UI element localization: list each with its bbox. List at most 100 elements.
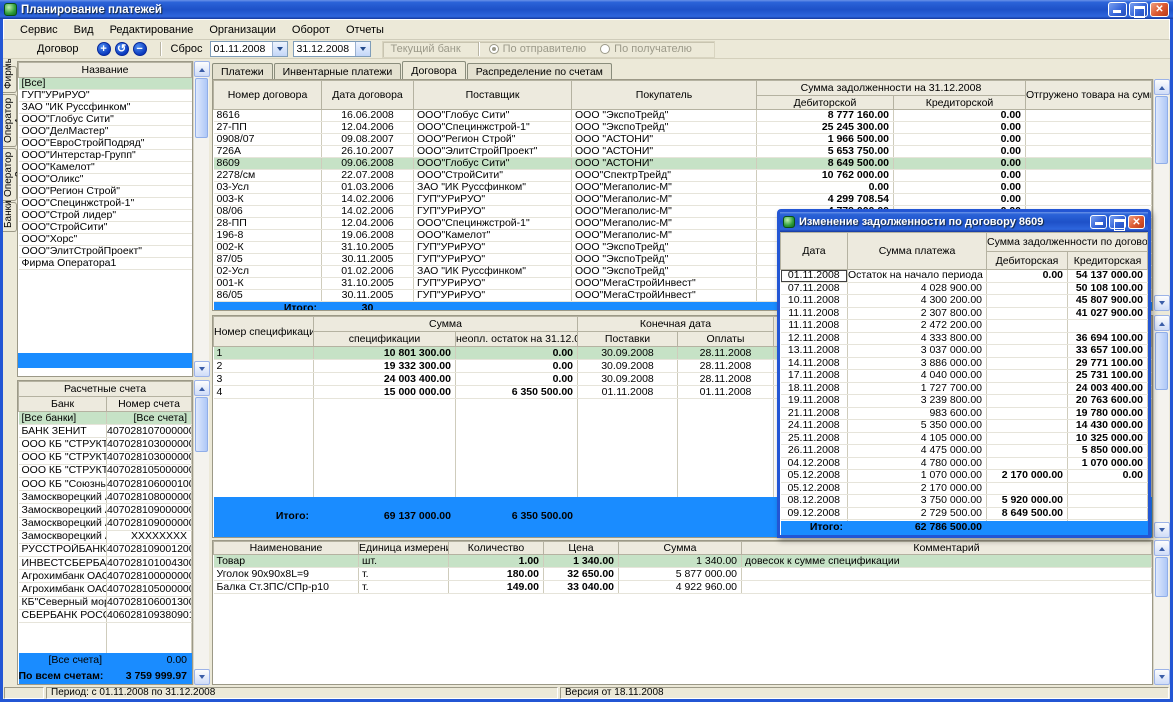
- organization-row[interactable]: ООО"ДелМастер": [19, 126, 192, 138]
- cell[interactable]: 4 105 000.00: [848, 432, 987, 445]
- cell[interactable]: 01.03.2006: [322, 182, 414, 194]
- organization-row[interactable]: ООО"Хорс": [19, 234, 192, 246]
- cell[interactable]: ООО"Мегаполис-М": [572, 218, 757, 230]
- menu-item-service[interactable]: Сервис: [12, 22, 66, 38]
- cell[interactable]: ООО"ЭлитСтройПроект": [19, 246, 192, 258]
- cell[interactable]: [987, 382, 1068, 395]
- cell[interactable]: 2 472 200.00: [848, 320, 987, 333]
- cell[interactable]: ООО"Специнжстрой-1": [19, 198, 192, 210]
- goods-row[interactable]: Балка Ст.3ПС/СПр-р10т.149.0033 040.004 9…: [214, 581, 1152, 594]
- dialog-close-button[interactable]: [1128, 215, 1145, 229]
- cell[interactable]: 45 807 900.00: [1068, 295, 1148, 308]
- cell[interactable]: 27-ПП: [214, 122, 322, 134]
- cell[interactable]: ООО"Строй лидер": [19, 210, 192, 222]
- cell[interactable]: ООО "ЭкспоТрейд": [572, 254, 757, 266]
- cell[interactable]: [1026, 194, 1152, 206]
- cell[interactable]: [987, 445, 1068, 458]
- cell[interactable]: 19.11.2008: [781, 395, 848, 408]
- account-row[interactable]: Замоскворецкий АКБ40702810900000004363: [19, 504, 192, 517]
- cell[interactable]: 0.00: [894, 110, 1026, 122]
- cell[interactable]: 8616: [214, 110, 322, 122]
- cell[interactable]: ООО"Глобус Сити": [19, 114, 192, 126]
- tab-distribution[interactable]: Распределение по счетам: [467, 63, 612, 79]
- cell[interactable]: 04.12.2008: [781, 457, 848, 470]
- cell[interactable]: 19.06.2008: [322, 230, 414, 242]
- cell[interactable]: 08.12.2008: [781, 495, 848, 508]
- cell[interactable]: 14.02.2006: [322, 206, 414, 218]
- cell[interactable]: [987, 307, 1068, 320]
- menu-item-turnover[interactable]: Оборот: [284, 22, 338, 38]
- cell[interactable]: 4 780 000.00: [848, 457, 987, 470]
- cell[interactable]: 30.09.2008: [578, 373, 678, 386]
- goods-scrollbar[interactable]: [1153, 540, 1169, 685]
- cell[interactable]: 16.06.2008: [322, 110, 414, 122]
- cell[interactable]: ООО"Оликс": [19, 174, 192, 186]
- cell[interactable]: Фирма Оператора1: [19, 258, 192, 270]
- cell[interactable]: ООО"СпектрТрейд": [572, 170, 757, 182]
- cell[interactable]: 22.07.2008: [322, 170, 414, 182]
- payment-row[interactable]: 19.11.20083 239 800.0020 763 600.00: [781, 395, 1148, 408]
- scroll-up-button[interactable]: [194, 380, 210, 396]
- cell[interactable]: [987, 457, 1068, 470]
- cell[interactable]: ООО"Мегаполис-М": [572, 182, 757, 194]
- debit-header[interactable]: Дебиторской: [757, 96, 894, 110]
- cell[interactable]: 26.11.2008: [781, 445, 848, 458]
- cell[interactable]: 33 657 100.00: [1068, 345, 1148, 358]
- cell[interactable]: [1026, 134, 1152, 146]
- cell[interactable]: [987, 370, 1068, 383]
- payment-row[interactable]: 10.11.20084 300 200.0045 807 900.00: [781, 295, 1148, 308]
- cell[interactable]: ГУП"УРиРУО": [414, 194, 572, 206]
- cell[interactable]: ООО"Камелот": [414, 230, 572, 242]
- cell[interactable]: 28.11.2008: [678, 360, 774, 373]
- menu-item-view[interactable]: Вид: [66, 22, 102, 38]
- contract-row[interactable]: 726А26.10.2007ООО"ЭлитСтройПроект"ООО "А…: [214, 146, 1152, 158]
- cell[interactable]: ООО"Мегаполис-М": [572, 194, 757, 206]
- cell[interactable]: 01.11.2008: [781, 270, 848, 283]
- cell[interactable]: Замоскворецкий АКБ: [19, 491, 107, 504]
- cell[interactable]: [987, 320, 1068, 333]
- cell[interactable]: ООО"ДелМастер": [19, 126, 192, 138]
- payment-row[interactable]: 14.11.20083 886 000.0029 771 100.00: [781, 357, 1148, 370]
- payment-row[interactable]: 11.11.20082 307 800.0041 027 900.00: [781, 307, 1148, 320]
- cell[interactable]: ООО"Регион Строй": [19, 186, 192, 198]
- cell[interactable]: 6 350 500.00: [456, 386, 578, 399]
- cell[interactable]: [987, 482, 1068, 495]
- cell[interactable]: 983 600.00: [848, 407, 987, 420]
- contract-date-header[interactable]: Дата договора: [322, 81, 414, 110]
- cell[interactable]: 28.11.2008: [678, 347, 774, 360]
- cell[interactable]: [1026, 182, 1152, 194]
- minimize-button[interactable]: [1108, 2, 1127, 17]
- cell[interactable]: ООО"МегаСтройИнвест": [572, 290, 757, 302]
- cell[interactable]: 002-К: [214, 242, 322, 254]
- cell[interactable]: 18.11.2008: [781, 382, 848, 395]
- payment-row[interactable]: 26.11.20084 475 000.005 850 000.00: [781, 445, 1148, 458]
- cell[interactable]: ООО КБ "Союзный": [19, 477, 107, 490]
- cell[interactable]: ООО"Мегаполис-М": [572, 230, 757, 242]
- cell[interactable]: 40702810800000004780: [107, 491, 192, 504]
- remove-contract-button[interactable]: −: [133, 42, 147, 56]
- cell[interactable]: 0.00: [894, 122, 1026, 134]
- organization-row[interactable]: ООО"ЕвроСтройПодряд": [19, 138, 192, 150]
- cell[interactable]: БАНК ЗЕНИТ: [19, 425, 107, 438]
- cell[interactable]: 180.00: [449, 568, 544, 581]
- cell[interactable]: ООО"СтройСити": [414, 170, 572, 182]
- contract-row[interactable]: 0908/0709.08.2007ООО"Регион Строй"ООО "А…: [214, 134, 1152, 146]
- cell[interactable]: 24 003 400.00: [1068, 382, 1148, 395]
- cell[interactable]: 1 340.00: [544, 555, 619, 568]
- cell[interactable]: 4 333 800.00: [848, 332, 987, 345]
- cell[interactable]: 41 027 900.00: [1068, 307, 1148, 320]
- cell[interactable]: 726А: [214, 146, 322, 158]
- cell[interactable]: 87/05: [214, 254, 322, 266]
- cell[interactable]: 5 920 000.00: [987, 495, 1068, 508]
- cell[interactable]: 28.11.2008: [678, 373, 774, 386]
- date-from-combobox[interactable]: 01.11.2008: [210, 41, 288, 57]
- cell[interactable]: ООО "ЭкспоТрейд": [572, 110, 757, 122]
- cell[interactable]: ГУП"УРиРУО": [414, 242, 572, 254]
- account-row[interactable]: ООО КБ "СТРУКТУРА"40702810300000001209: [19, 451, 192, 464]
- cell[interactable]: 14.11.2008: [781, 357, 848, 370]
- cell[interactable]: 25 245 300.00: [757, 122, 894, 134]
- payment-row[interactable]: 25.11.20084 105 000.0010 325 000.00: [781, 432, 1148, 445]
- cell[interactable]: 8 777 160.00: [757, 110, 894, 122]
- tab-payments[interactable]: Платежи: [212, 63, 273, 79]
- cell[interactable]: ЗАО "ИК Руссфинком": [414, 182, 572, 194]
